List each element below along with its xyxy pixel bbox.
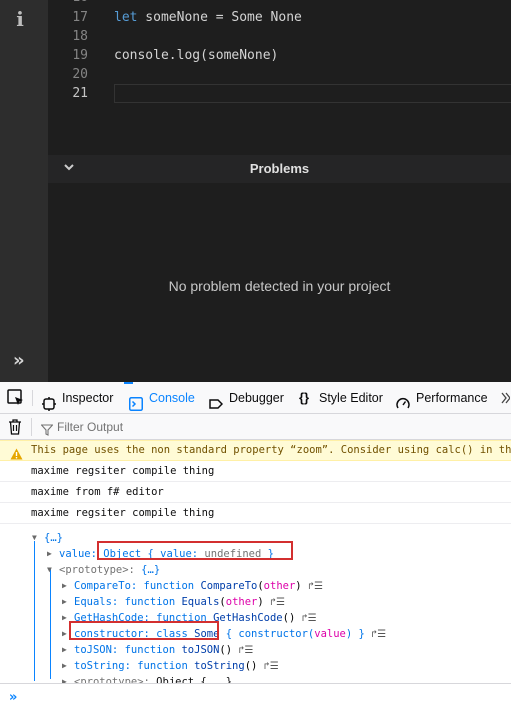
warning-icon bbox=[10, 445, 23, 460]
jump-to-definition-icon[interactable]: ↱☰ bbox=[264, 661, 279, 672]
jump-to-definition-icon[interactable]: ↱☰ bbox=[308, 581, 323, 592]
collapsed-arrow-icon: ▶ bbox=[62, 629, 67, 638]
highlight-box bbox=[69, 621, 219, 640]
line-number: 21 bbox=[72, 86, 88, 101]
jump-to-definition-icon[interactable]: ↱☰ bbox=[302, 613, 317, 624]
expanded-arrow-icon: ▼ bbox=[32, 533, 37, 542]
problems-title: Problems bbox=[249, 161, 310, 176]
jump-to-definition-icon[interactable]: ↱☰ bbox=[371, 629, 386, 640]
code-line: 19 console.log(someNone) bbox=[48, 46, 511, 65]
code-text: console.log(someNone) bbox=[114, 48, 279, 63]
code-line: 18 bbox=[48, 27, 511, 46]
problems-panel: No problem detected in your project bbox=[48, 183, 511, 382]
collapsed-arrow-icon: ▶ bbox=[62, 597, 67, 606]
tree-node-tostring[interactable]: ▶ toString: function toString() ↱☰ bbox=[0, 658, 511, 674]
console-warning: This page uses the non standard property… bbox=[0, 440, 511, 461]
code-line-current: 21 bbox=[48, 84, 511, 103]
current-line-highlight bbox=[114, 84, 511, 103]
toolbar-separator bbox=[31, 418, 32, 436]
tab-label: Debugger bbox=[229, 391, 284, 405]
collapsed-arrow-icon: ▶ bbox=[62, 661, 67, 670]
more-tabs-icon[interactable] bbox=[500, 391, 511, 405]
inspector-icon bbox=[42, 391, 56, 411]
tree-node-prototype[interactable]: ▼ <prototype>: {…} bbox=[0, 562, 511, 578]
console-log-row: maxime regsiter compile thing bbox=[0, 461, 511, 482]
tree-node-tojson[interactable]: ▶ toJSON: function toJSON() ↱☰ bbox=[0, 642, 511, 658]
tab-label: Performance bbox=[416, 391, 488, 405]
console-toolbar bbox=[0, 414, 511, 440]
info-icon[interactable]: i bbox=[12, 8, 28, 30]
filter-output-input[interactable] bbox=[57, 417, 257, 437]
tab-separator bbox=[32, 390, 33, 406]
jump-to-definition-icon[interactable]: ↱☰ bbox=[238, 645, 253, 656]
collapsed-arrow-icon: ▶ bbox=[62, 581, 67, 590]
jump-to-definition-icon[interactable]: ↱☰ bbox=[270, 597, 285, 608]
debugger-icon bbox=[209, 391, 224, 409]
log-message: maxime regsiter compile thing bbox=[31, 507, 215, 519]
left-sidebar: i » bbox=[0, 0, 48, 382]
style-editor-icon: {} bbox=[299, 390, 310, 405]
collapsed-arrow-icon: ▶ bbox=[62, 613, 67, 622]
code-line: 20 bbox=[48, 65, 511, 84]
trash-icon[interactable] bbox=[8, 419, 22, 435]
console-prompt-icon: » bbox=[9, 690, 18, 705]
line-number: 18 bbox=[72, 29, 88, 44]
console-input-row: » bbox=[0, 683, 511, 716]
problems-header[interactable]: Problems bbox=[48, 155, 511, 183]
expanded-arrow-icon: ▼ bbox=[47, 565, 52, 574]
console-log-row: maxime from f# editor bbox=[0, 482, 511, 503]
property-key: <prototype>: bbox=[59, 564, 135, 576]
property-value: {…} bbox=[134, 564, 161, 576]
highlight-box bbox=[97, 541, 293, 560]
tree-root-label: {…} bbox=[44, 532, 63, 544]
performance-icon bbox=[396, 391, 410, 409]
devtools-panel: Inspector Console Debugger {} Style Edit… bbox=[0, 382, 511, 716]
line-number: 19 bbox=[72, 48, 88, 63]
editor-area: i » 16 17 let someNone = Some None 18 19… bbox=[0, 0, 511, 382]
code-line: 17 let someNone = Some None bbox=[48, 8, 511, 27]
code-editor[interactable]: 16 17 let someNone = Some None 18 19 con… bbox=[48, 0, 511, 155]
code-text: someNone = Some None bbox=[137, 10, 302, 25]
code-keyword: let bbox=[114, 10, 138, 25]
object-inspector-tree: ▼ {…} ▶ value: Object { value: undefined… bbox=[0, 529, 511, 684]
tab-label: Style Editor bbox=[319, 391, 383, 405]
element-picker-icon[interactable] bbox=[6, 388, 26, 408]
collapsed-arrow-icon: ▶ bbox=[62, 645, 67, 654]
filter-icon bbox=[40, 421, 54, 436]
line-number: 16 bbox=[48, 0, 88, 7]
property-key: value: bbox=[59, 548, 97, 560]
collapsed-arrow-icon: ▶ bbox=[47, 549, 52, 558]
tab-label: Console bbox=[149, 391, 195, 405]
line-number: 17 bbox=[72, 10, 88, 25]
tab-label: Inspector bbox=[62, 391, 114, 405]
console-command-input[interactable] bbox=[30, 689, 500, 709]
console-log-row: maxime regsiter compile thing bbox=[0, 503, 511, 524]
log-message: maxime regsiter compile thing bbox=[31, 465, 215, 477]
line-number: 20 bbox=[72, 67, 88, 82]
double-chevron-right-icon[interactable]: » bbox=[13, 351, 25, 371]
devtools-tabbar: Inspector Console Debugger {} Style Edit… bbox=[0, 382, 511, 414]
problems-empty-message: No problem detected in your project bbox=[168, 278, 391, 294]
warning-message: This page uses the non standard property… bbox=[31, 444, 511, 456]
log-message: maxime from f# editor bbox=[31, 486, 164, 498]
tree-node-compareto[interactable]: ▶ CompareTo: function CompareTo(other) ↱… bbox=[0, 578, 511, 594]
console-icon bbox=[129, 391, 143, 411]
tree-node-equals[interactable]: ▶ Equals: function Equals(other) ↱☰ bbox=[0, 594, 511, 610]
code-line: 16 bbox=[48, 0, 511, 7]
